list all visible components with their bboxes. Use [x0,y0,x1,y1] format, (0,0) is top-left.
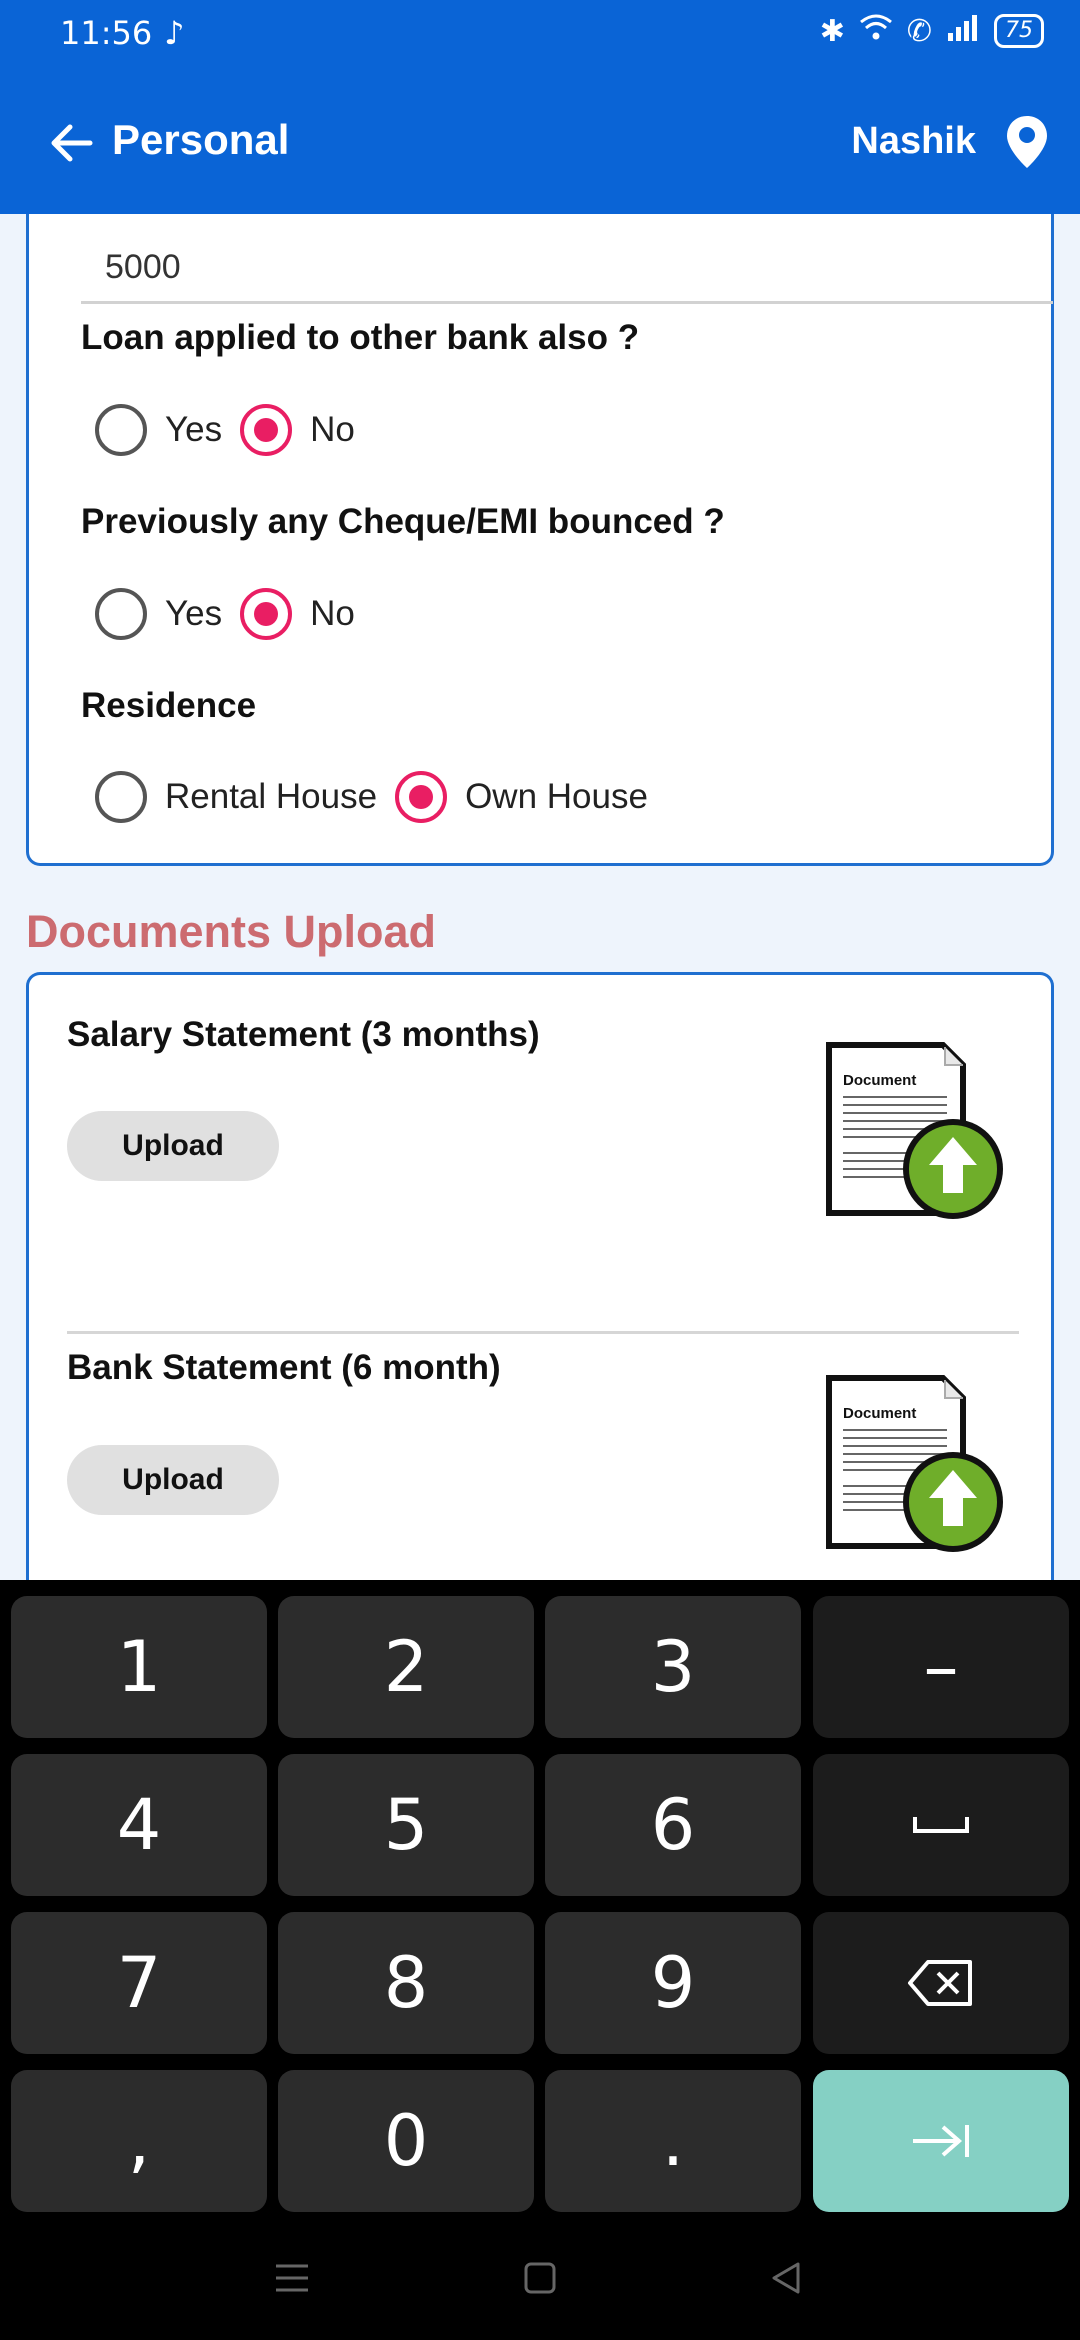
numeric-keyboard: 1 2 3 – 4 5 6 7 8 9 , 0 . [0,1580,1080,2218]
radio-label: No [310,594,355,633]
bank-statement-title: Bank Statement (6 month) [67,1348,501,1387]
key-backspace[interactable] [813,1912,1069,2054]
next-arrow-icon [913,2125,969,2157]
salary-statement-title: Salary Statement (3 months) [67,1015,540,1054]
radio-other-bank-no[interactable]: No [240,404,355,456]
key-9[interactable]: 9 [545,1912,801,2054]
svg-text:Document: Document [843,1405,916,1422]
key-7[interactable]: 7 [11,1912,267,2054]
document-upload-icon[interactable]: Document [823,1037,1009,1223]
documents-card: Salary Statement (3 months) Upload Docum… [26,972,1054,1592]
radio-bounced-yes[interactable]: Yes [95,588,222,640]
system-nav-bar [0,2218,1080,2340]
upload-salary-button[interactable]: Upload [67,1111,279,1181]
key-8[interactable]: 8 [278,1912,534,2054]
key-next[interactable] [813,2070,1069,2212]
call-icon: ✆ [906,13,932,49]
radio-button-selected[interactable] [395,771,448,823]
question-residence: Residence [81,686,257,725]
amount-field[interactable]: 5000 [81,234,1053,304]
key-1[interactable]: 1 [11,1596,267,1738]
radio-group-residence: Rental House Own House [95,771,666,823]
document-upload-icon[interactable]: Document [823,1370,1009,1556]
back-icon[interactable] [768,2260,804,2296]
loan-details-card: 5000 Loan applied to other bank also ? Y… [26,214,1054,866]
question-other-bank: Loan applied to other bank also ? [81,318,640,357]
documents-section-title: Documents Upload [26,906,437,957]
key-5[interactable]: 5 [278,1754,534,1896]
radio-button-selected[interactable] [240,588,293,640]
radio-residence-rental[interactable]: Rental House [95,771,377,823]
radio-group-other-bank: Yes No [95,404,373,456]
radio-group-bounced: Yes No [95,588,373,640]
back-arrow-icon[interactable] [46,118,96,168]
space-icon [913,1817,969,1833]
bluetooth-icon: ✱ [819,13,845,49]
radio-bounced-no[interactable]: No [240,588,355,640]
key-3[interactable]: 3 [545,1596,801,1738]
radio-label: Rental House [165,777,378,816]
location-label[interactable]: Nashik [851,120,976,163]
key-6[interactable]: 6 [545,1754,801,1896]
amount-value: 5000 [105,248,181,286]
app-bar: Personal Nashik [0,70,1080,214]
radio-button[interactable] [95,771,147,823]
battery-icon: 75 [994,14,1044,48]
key-4[interactable]: 4 [11,1754,267,1896]
upload-bank-button[interactable]: Upload [67,1445,279,1515]
radio-residence-own[interactable]: Own House [395,771,648,823]
radio-label: Own House [465,777,648,816]
svg-text:Document: Document [843,1072,916,1089]
radio-button[interactable] [95,588,147,640]
radio-button[interactable] [95,404,147,456]
radio-label: No [310,410,355,449]
key-2[interactable]: 2 [278,1596,534,1738]
key-0[interactable]: 0 [278,2070,534,2212]
wifi-icon [859,12,893,50]
key-period[interactable]: . [545,2070,801,2212]
home-icon[interactable] [522,2260,558,2296]
signal-icon [946,13,980,49]
key-minus[interactable]: – [813,1596,1069,1738]
question-bounced: Previously any Cheque/EMI bounced ? [81,502,725,541]
status-bar: 11:56 ♪ ✱ ✆ 75 [0,0,1080,70]
radio-button-selected[interactable] [240,404,293,456]
key-comma[interactable]: , [11,2070,267,2212]
page-title: Personal [112,116,290,163]
status-icons: ✱ ✆ 75 [820,12,1044,50]
key-space[interactable] [813,1754,1069,1896]
music-note-icon: ♪ [164,14,185,52]
divider [67,1331,1019,1334]
radio-label: Yes [165,410,223,449]
radio-label: Yes [165,594,223,633]
backspace-icon [908,1960,972,2006]
menu-icon[interactable] [272,2260,312,2296]
radio-other-bank-yes[interactable]: Yes [95,404,222,456]
location-pin-icon[interactable] [1004,114,1050,170]
status-time: 11:56 [60,14,153,52]
